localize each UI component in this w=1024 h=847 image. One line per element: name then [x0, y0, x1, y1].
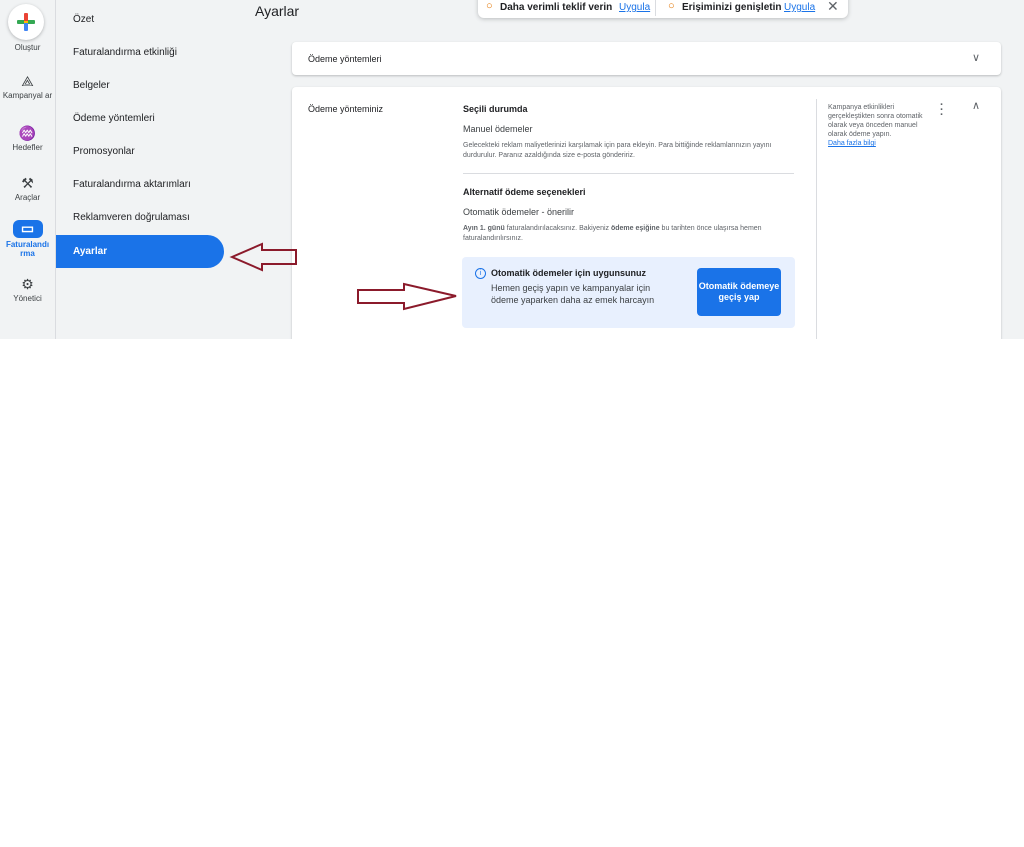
arrow-left-annotation: [229, 242, 297, 272]
arrow-right-annotation: [357, 282, 457, 311]
screenshot-area: Oluştur ⟁ Kampanyal ar ♒ Hedefler ⚒ Araç…: [0, 0, 1024, 339]
annotation-arrows: [229, 242, 457, 311]
